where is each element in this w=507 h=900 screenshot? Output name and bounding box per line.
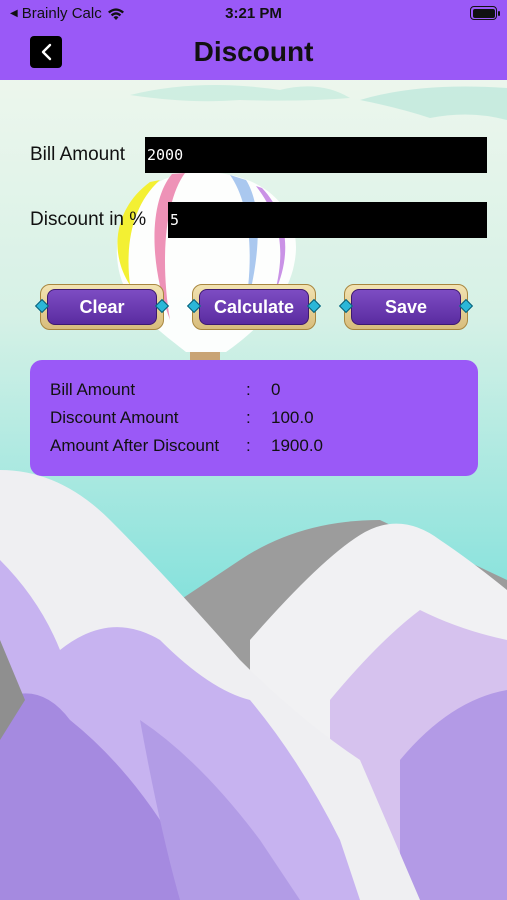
battery-icon	[470, 6, 500, 20]
bill-amount-input[interactable]	[145, 137, 487, 173]
save-button-label: Save	[384, 296, 428, 317]
discount-percent-input[interactable]	[168, 202, 487, 238]
clear-button-label: Clear	[79, 296, 125, 317]
results-card: Bill Amount : 0 Discount Amount : 100.0 …	[30, 360, 478, 476]
result-row-bill-amount: Bill Amount : 0	[50, 380, 470, 402]
result-label: Bill Amount	[50, 380, 136, 399]
result-label: Amount After Discount	[50, 436, 220, 455]
result-row-amount-after-discount: Amount After Discount : 1900.0	[50, 436, 470, 458]
result-row-discount-amount: Discount Amount : 100.0	[50, 408, 470, 430]
calculate-button[interactable]: Calculate	[186, 284, 322, 330]
calculate-button-label: Calculate	[213, 296, 295, 317]
save-button[interactable]: Save	[338, 284, 474, 330]
result-separator: :	[246, 436, 251, 455]
result-value: 1900.0	[271, 436, 323, 455]
result-separator: :	[246, 380, 251, 399]
result-separator: :	[246, 408, 251, 427]
status-bar: ◀ Brainly Calc 3:21 PM	[0, 0, 507, 28]
result-value: 100.0	[271, 408, 314, 427]
bill-amount-label: Bill Amount	[30, 144, 126, 165]
page-title: Discount	[193, 36, 314, 67]
result-value: 0	[271, 380, 281, 399]
discount-percent-label: Discount in %	[30, 209, 147, 230]
result-label: Discount Amount	[50, 408, 179, 427]
status-time: 3:21 PM	[225, 5, 282, 22]
clear-button[interactable]: Clear	[34, 284, 170, 330]
